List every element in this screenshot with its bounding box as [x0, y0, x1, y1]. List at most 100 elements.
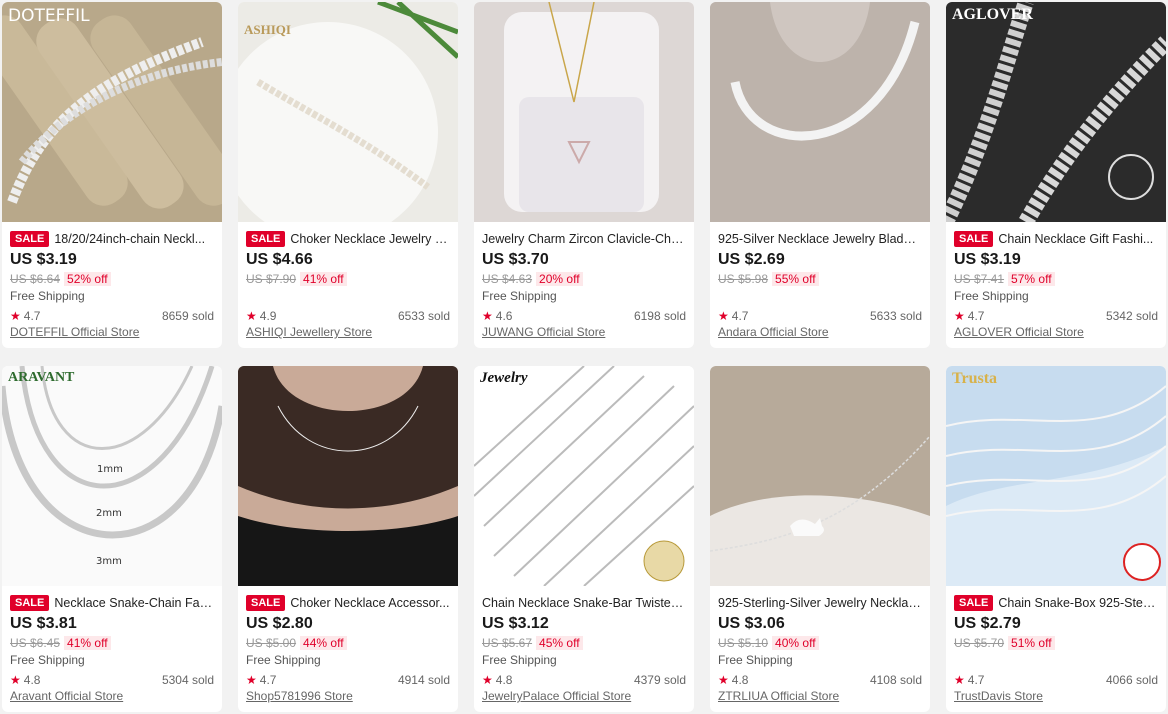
original-price: US $5.70 [954, 635, 1005, 650]
shipping-label: Free Shipping [10, 289, 85, 303]
product-card[interactable]: AGLOVER SALE Chain Necklace Gift Fashi...… [946, 2, 1166, 348]
rating: ★ 4.8 [718, 673, 748, 687]
store-link[interactable]: DOTEFFIL Official Store [10, 325, 214, 339]
product-image[interactable] [474, 2, 694, 222]
rating: ★ 4.6 [482, 309, 512, 323]
price: US $3.12 [482, 615, 549, 632]
shipping-label: Free Shipping [954, 289, 1029, 303]
original-price: US $5.10 [718, 635, 769, 650]
star-icon: ★ [10, 308, 21, 323]
store-link[interactable]: Aravant Official Store [10, 689, 214, 703]
product-title[interactable]: 925-Sterling-Silver Jewelry Necklac... [718, 596, 922, 610]
product-card[interactable]: ASHIQI SALE Choker Necklace Jewelry C... … [238, 2, 458, 348]
product-image[interactable]: AGLOVER [946, 2, 1166, 222]
product-card[interactable]: SALE Choker Necklace Accessor... US $2.80… [238, 366, 458, 712]
rating: ★ 4.8 [482, 673, 512, 687]
sold-count: 5304 sold [161, 672, 214, 687]
sold-count: 4108 sold [869, 672, 922, 687]
product-image[interactable]: 1mm 2mm 3mm ARAVANT [2, 366, 222, 586]
product-title[interactable]: 18/20/24inch-chain Neckl... [54, 232, 205, 246]
rating-value: 4.8 [495, 672, 513, 687]
product-image[interactable]: ASHIQI [238, 2, 458, 222]
size-label-3mm: 3mm [96, 556, 122, 567]
store-link[interactable]: JewelryPalace Official Store [482, 689, 686, 703]
star-icon: ★ [718, 672, 729, 687]
brand-logo: AGLOVER [952, 6, 1033, 23]
shipping-label: Free Shipping [246, 653, 321, 667]
original-price: US $6.45 [10, 635, 61, 650]
store-link[interactable]: JUWANG Official Store [482, 325, 686, 339]
discount-label: 44% off [300, 635, 347, 650]
original-price: US $7.41 [954, 271, 1005, 286]
star-icon: ★ [718, 308, 729, 323]
store-link[interactable]: TrustDavis Store [954, 689, 1158, 703]
star-icon: ★ [10, 672, 21, 687]
store-link[interactable]: AGLOVER Official Store [954, 325, 1158, 339]
shipping-label [718, 289, 922, 304]
product-card[interactable]: 925-Sterling-Silver Jewelry Necklac... U… [710, 366, 930, 712]
shipping-label: Free Shipping [482, 653, 557, 667]
product-title[interactable]: Necklace Snake-Chain Fas... [54, 596, 214, 610]
sold-count: 5633 sold [869, 308, 922, 323]
star-icon: ★ [246, 308, 257, 323]
discount-label: 55% off [772, 271, 819, 286]
product-title[interactable]: Choker Necklace Accessor... [290, 596, 449, 610]
star-icon: ★ [246, 672, 257, 687]
price: US $3.19 [10, 251, 77, 268]
original-price: US $5.67 [482, 635, 533, 650]
price: US $2.79 [954, 615, 1021, 632]
discount-label: 45% off [536, 635, 583, 650]
product-title[interactable]: 925-Silver Necklace Jewelry Blade-... [718, 232, 922, 246]
sale-badge: SALE [954, 230, 994, 247]
product-title[interactable]: Choker Necklace Jewelry C... [290, 232, 450, 246]
product-image[interactable] [238, 366, 458, 586]
product-image[interactable] [710, 2, 930, 222]
price: US $4.66 [246, 251, 313, 268]
shipping-label [246, 289, 450, 304]
product-card[interactable]: 925-Silver Necklace Jewelry Blade-... US… [710, 2, 930, 348]
rating-value: 4.7 [967, 672, 985, 687]
star-icon: ★ [954, 308, 965, 323]
sold-count: 4379 sold [633, 672, 686, 687]
brand-logo: DOTEFFIL [8, 6, 90, 26]
shipping-label [954, 653, 1158, 668]
rating-value: 4.7 [259, 672, 277, 687]
size-label-2mm: 2mm [96, 508, 122, 519]
sale-badge: SALE [10, 594, 50, 611]
store-link[interactable]: ZTRLIUA Official Store [718, 689, 922, 703]
product-card[interactable]: Jewelry Charm Zircon Clavicle-Chai... US… [474, 2, 694, 348]
star-icon: ★ [482, 672, 493, 687]
rating-value: 4.7 [731, 308, 749, 323]
discount-label: 51% off [1008, 635, 1055, 650]
rating: ★ 4.8 [10, 673, 40, 687]
price: US $3.81 [10, 615, 77, 632]
sale-badge: SALE [246, 230, 286, 247]
original-price: US $5.00 [246, 635, 297, 650]
rating: ★ 4.9 [246, 309, 276, 323]
brand-logo: ARAVANT [8, 370, 75, 385]
rating: ★ 4.7 [954, 673, 984, 687]
store-link[interactable]: Shop5781996 Store [246, 689, 450, 703]
sold-count: 6533 sold [397, 308, 450, 323]
product-title[interactable]: Chain Necklace Gift Fashi... [998, 232, 1153, 246]
price: US $2.80 [246, 615, 313, 632]
product-title[interactable]: Chain Necklace Snake-Bar Twisted... [482, 596, 686, 610]
store-link[interactable]: Andara Official Store [718, 325, 922, 339]
product-image[interactable] [710, 366, 930, 586]
original-price: US $6.64 [10, 271, 61, 286]
product-image[interactable]: Trusta [946, 366, 1166, 586]
product-card[interactable]: Jewelry Chain Necklace Snake-Bar Twisted… [474, 366, 694, 712]
product-image[interactable]: DOTEFFIL [2, 2, 222, 222]
shipping-label: Free Shipping [482, 289, 557, 303]
product-card[interactable]: Trusta SALE Chain Snake-Box 925-Sterl... … [946, 366, 1166, 712]
price: US $3.70 [482, 251, 549, 268]
sold-count: 4914 sold [397, 672, 450, 687]
product-image[interactable]: Jewelry [474, 366, 694, 586]
store-link[interactable]: ASHIQI Jewellery Store [246, 325, 450, 339]
product-card[interactable]: DOTEFFIL SALE 18/20/24inch-chain Neckl...… [2, 2, 222, 348]
product-title[interactable]: Chain Snake-Box 925-Sterl... [998, 596, 1158, 610]
product-title[interactable]: Jewelry Charm Zircon Clavicle-Chai... [482, 232, 686, 246]
product-card[interactable]: 1mm 2mm 3mm ARAVANT SALE Necklace Snake-C… [2, 366, 222, 712]
discount-label: 20% off [536, 271, 583, 286]
rating-value: 4.9 [259, 308, 277, 323]
